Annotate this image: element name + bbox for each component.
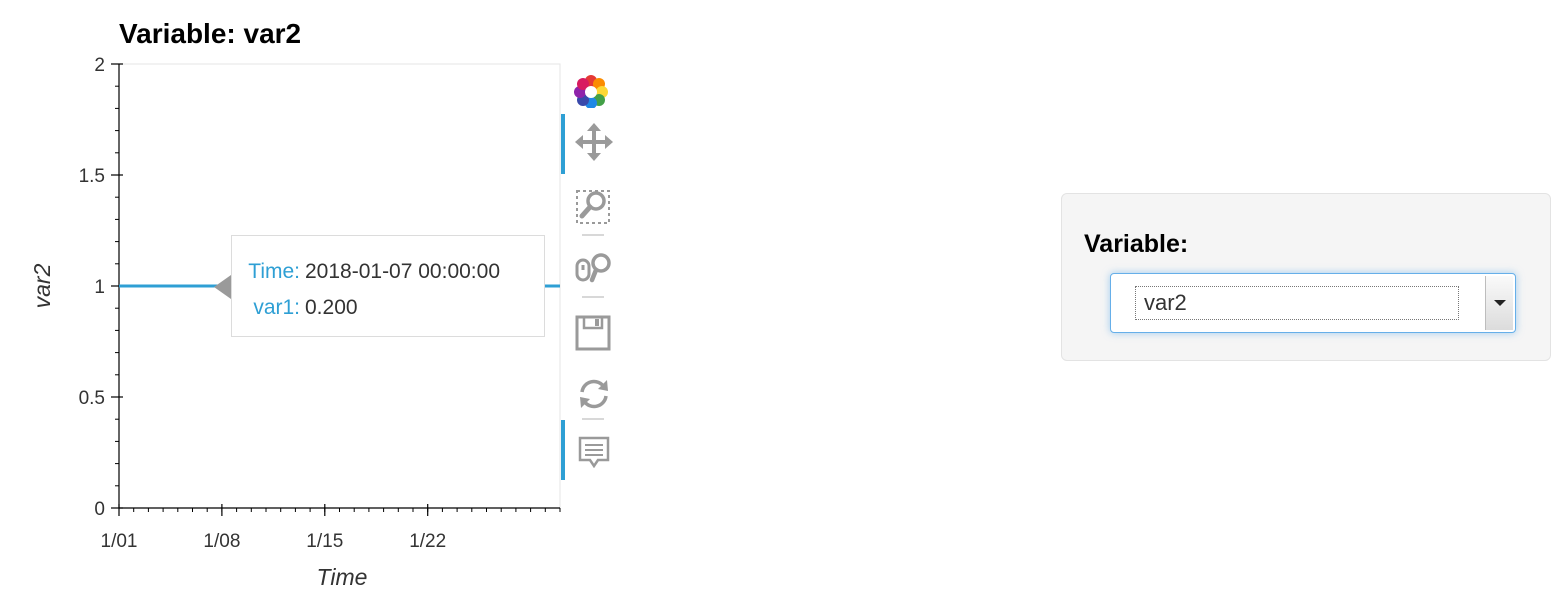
y-tick-label: 0 xyxy=(94,499,105,520)
chevron-down-icon xyxy=(1494,300,1506,306)
wheel-zoom-icon xyxy=(575,253,611,283)
tooltip-key: var1: xyxy=(253,296,300,319)
y-tick-label: 2 xyxy=(94,55,105,76)
x-tick-label: 1/08 xyxy=(203,531,240,552)
tooltip-arrow xyxy=(214,275,231,299)
toolbar-separator xyxy=(582,296,604,298)
box-zoom-tool-button[interactable] xyxy=(560,178,624,232)
reset-tool-button[interactable] xyxy=(560,366,624,420)
active-indicator xyxy=(561,114,565,174)
tooltip-row-var1: var1: 0.200 xyxy=(232,290,544,326)
pan-icon xyxy=(575,123,613,161)
x-axis-title: Time xyxy=(317,564,368,590)
tooltip-key: Time: xyxy=(248,260,300,283)
save-icon xyxy=(575,315,611,351)
save-tool-button[interactable] xyxy=(560,306,624,360)
hover-tooltip: Time: 2018-01-07 00:00:00 var1: 0.200 xyxy=(231,235,545,337)
pan-tool-button[interactable] xyxy=(560,114,624,174)
variable-select[interactable]: var2 xyxy=(1110,273,1516,333)
dropdown-button[interactable] xyxy=(1485,276,1513,330)
y-tick-label: 0.5 xyxy=(79,388,105,409)
reset-icon xyxy=(580,379,608,409)
y-tick-label: 1 xyxy=(94,277,105,298)
variable-label: Variable: xyxy=(1084,230,1189,258)
variable-widget-panel: Variable: var2 xyxy=(1061,193,1551,361)
variable-select-value: var2 xyxy=(1135,286,1459,320)
tooltip-value: 0.200 xyxy=(305,296,358,319)
app-root: Variable: var2 0 0.5 1 1.5 2 1/01 1/08 1/15 1/22… xyxy=(0,0,1564,605)
x-tick-label: 1/22 xyxy=(409,531,446,552)
hover-icon xyxy=(578,436,610,468)
hover-tool-button[interactable] xyxy=(560,420,624,480)
plot-toolbar xyxy=(560,60,624,490)
x-tick-label: 1/15 xyxy=(306,531,343,552)
active-indicator xyxy=(561,420,565,480)
wheel-zoom-tool-button[interactable] xyxy=(560,242,624,296)
y-tick-label: 1.5 xyxy=(79,166,105,187)
box-zoom-icon xyxy=(576,190,610,224)
x-tick-label: 1/01 xyxy=(101,531,138,552)
bokeh-logo[interactable] xyxy=(560,60,624,114)
tooltip-value: 2018-01-07 00:00:00 xyxy=(305,260,500,283)
bokeh-logo-icon xyxy=(574,75,608,108)
tooltip-row-time: Time: 2018-01-07 00:00:00 xyxy=(232,254,544,290)
toolbar-separator xyxy=(582,234,604,236)
y-axis-title: var2 xyxy=(29,263,55,308)
